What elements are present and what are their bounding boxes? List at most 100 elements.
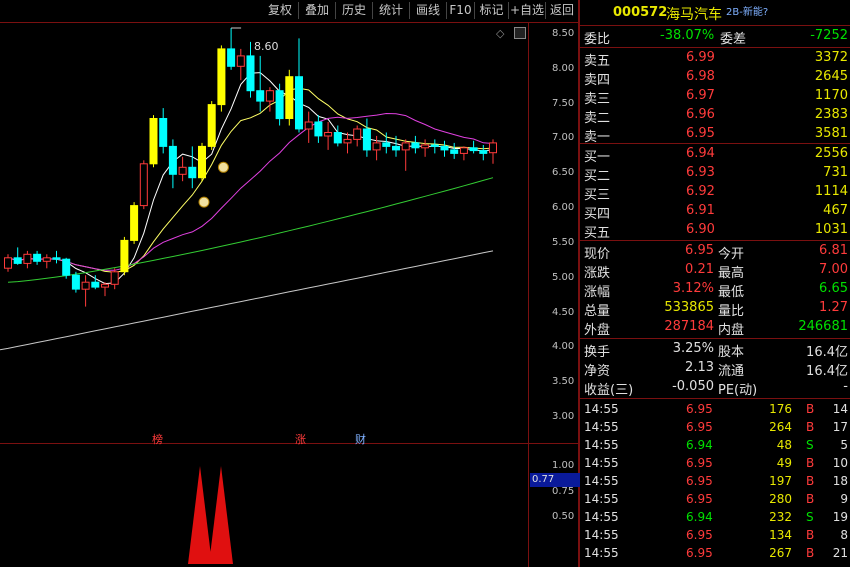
finance-label: 流通 — [718, 364, 745, 379]
indicator-chart[interactable] — [0, 444, 528, 567]
candle-body — [217, 48, 226, 106]
ask-volume: 2383 — [814, 107, 848, 122]
ask-price: 6.99 — [686, 50, 715, 65]
ask-price: 6.98 — [686, 69, 715, 84]
candle-body — [362, 128, 371, 151]
quote-label: 涨幅 — [584, 285, 611, 300]
tick-time: 14:55 — [584, 492, 619, 506]
signal-spike — [188, 466, 212, 564]
candle-body — [52, 257, 61, 260]
candle-body — [450, 149, 459, 154]
quote-label: 现价 — [584, 247, 611, 262]
bid-row[interactable]: 买三 6.92 1114 — [580, 184, 850, 203]
quote-value: 3.12% — [672, 281, 714, 296]
tick-time: 14:55 — [584, 438, 619, 452]
candle-body — [91, 281, 100, 288]
f10-button[interactable]: F10 — [447, 2, 475, 19]
quote-value: 246681 — [798, 319, 848, 334]
money-bag-icon — [198, 196, 210, 208]
tick-count: 17 — [832, 420, 848, 434]
ask-row[interactable]: 卖五 6.99 3372 — [580, 50, 850, 69]
candle-body — [246, 55, 255, 92]
ask-row[interactable]: 卖一 6.95 3581 — [580, 126, 850, 145]
candle-body — [265, 90, 274, 102]
quote-label: 总量 — [584, 304, 611, 319]
ask-row[interactable]: 卖四 6.98 2645 — [580, 69, 850, 88]
candle-body — [324, 132, 333, 137]
bid-row[interactable]: 买四 6.91 467 — [580, 203, 850, 222]
tick-row: 14:55 6.95 267 B 21 — [580, 546, 850, 564]
ma5-line — [7, 72, 494, 285]
finance-label: 净资 — [584, 364, 611, 379]
tick-count: 5 — [840, 438, 848, 452]
ask-price: 6.97 — [686, 88, 715, 103]
indicator-tick: 0.75 — [552, 486, 575, 497]
candle-body — [159, 118, 168, 147]
candle-body — [430, 144, 439, 147]
tick-volume: 197 — [769, 474, 792, 488]
tick-side: B — [806, 420, 815, 434]
candle-body — [459, 147, 468, 154]
weicha-label: 委差 — [720, 32, 747, 47]
add-watchlist-button[interactable]: +自选 — [509, 2, 546, 19]
candle-body — [421, 144, 430, 149]
tick-row: 14:55 6.95 264 B 17 — [580, 420, 850, 438]
candle-body — [101, 283, 109, 288]
bid-volume: 731 — [823, 165, 848, 180]
tick-time: 14:55 — [584, 402, 619, 416]
ask-price: 6.96 — [686, 107, 715, 122]
finance-row: 换手 3.25% 股本 16.4亿 — [580, 341, 850, 360]
tick-price: 6.95 — [686, 420, 713, 434]
tick-volume: 134 — [769, 528, 792, 542]
overlay-button[interactable]: 叠加 — [299, 2, 336, 19]
kline-chart[interactable] — [0, 23, 528, 443]
finance-value: -0.050 — [672, 379, 714, 394]
bid-volume: 2556 — [814, 146, 848, 161]
weicha-value: -7252 — [810, 28, 848, 43]
tick-time: 14:55 — [584, 474, 619, 488]
candle-body — [304, 121, 313, 130]
quote-row: 涨幅 3.12% 最低 6.65 — [580, 281, 850, 300]
statistics-button[interactable]: 统计 — [373, 2, 410, 19]
quote-value: 287184 — [664, 319, 714, 334]
tick-row: 14:55 6.94 48 S 5 — [580, 438, 850, 456]
tick-volume: 267 — [769, 546, 792, 560]
tick-volume: 264 — [769, 420, 792, 434]
candle-body — [62, 258, 71, 276]
candle-body — [479, 150, 488, 154]
ask-row[interactable]: 卖三 6.97 1170 — [580, 88, 850, 107]
draw-line-button[interactable]: 画线 — [410, 2, 447, 19]
tick-side: S — [806, 438, 814, 452]
candle-body — [353, 128, 362, 140]
indicator-value-badge: 0.77 — [530, 473, 580, 487]
tick-row: 14:55 6.95 280 B 9 — [580, 492, 850, 510]
quote-value: 6.95 — [685, 243, 714, 258]
tick-side: B — [806, 402, 815, 416]
tick-count: 21 — [832, 546, 848, 560]
bid-row[interactable]: 买五 6.90 1031 — [580, 222, 850, 241]
bid-label: 买五 — [584, 226, 611, 241]
tick-time: 14:55 — [584, 546, 619, 560]
quote-label: 外盘 — [584, 323, 611, 338]
quote-label: 量比 — [718, 304, 745, 319]
ask-label: 卖五 — [584, 54, 611, 69]
history-button[interactable]: 历史 — [336, 2, 373, 19]
tick-price: 6.95 — [686, 492, 713, 506]
price-tick: 4.00 — [552, 341, 575, 352]
indicator-tick: 1.00 — [552, 460, 575, 471]
candle-body — [411, 142, 420, 149]
ask-row[interactable]: 卖二 6.96 2383 — [580, 107, 850, 126]
bid-row[interactable]: 买二 6.93 731 — [580, 165, 850, 184]
bid-row[interactable]: 买一 6.94 2556 — [580, 146, 850, 165]
quote-row: 现价 6.95 今开 6.81 — [580, 243, 850, 262]
candle-body — [382, 142, 391, 147]
tick-count: 8 — [840, 528, 848, 542]
quote-label: 最低 — [718, 285, 745, 300]
back-button[interactable]: 返回 — [546, 2, 578, 19]
bid-label: 买三 — [584, 188, 611, 203]
candle-body — [23, 253, 32, 264]
mark-button[interactable]: 标记 — [475, 2, 509, 19]
candle-body — [275, 90, 284, 120]
fuquan-button[interactable]: 复权 — [262, 2, 299, 19]
tick-side: B — [806, 474, 815, 488]
